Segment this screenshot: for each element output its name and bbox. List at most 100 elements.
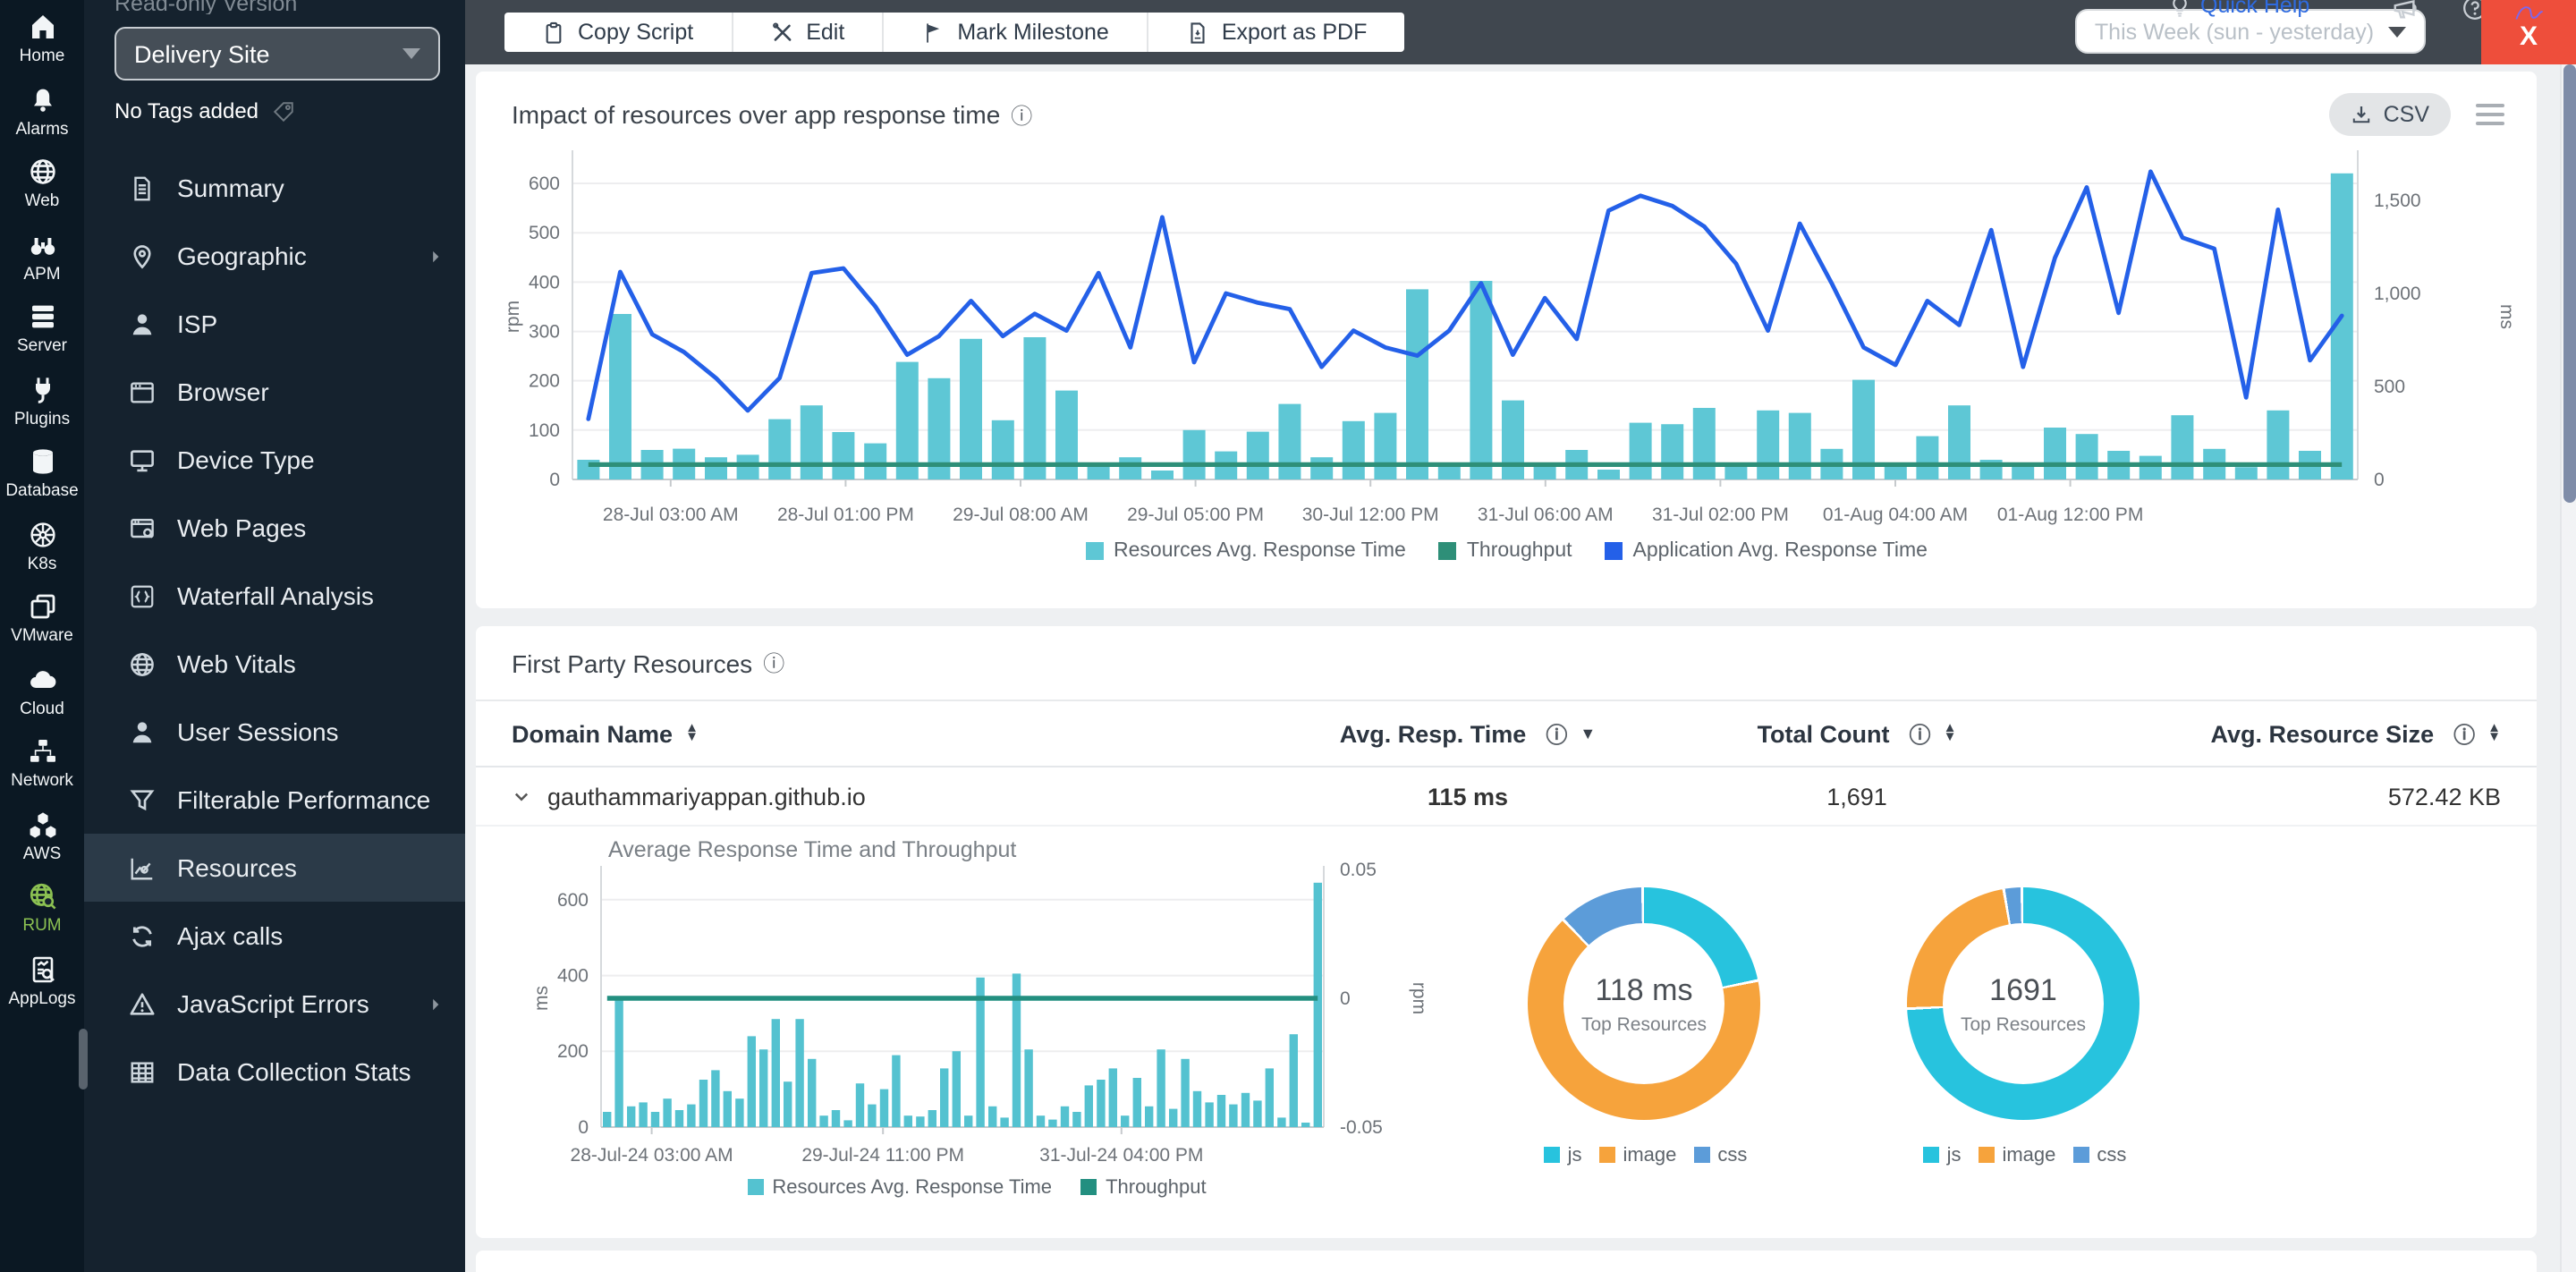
chevron-right-icon <box>428 248 444 264</box>
chevron-right-icon <box>428 996 444 1012</box>
network-icon <box>28 737 56 766</box>
info-icon[interactable]: ⓘ <box>1011 99 1032 130</box>
donut-legend-js[interactable]: js <box>1545 1145 1582 1166</box>
svg-text:ms: ms <box>2496 304 2512 329</box>
table-row[interactable]: gauthammariyappan.github.io 115 ms 1,691… <box>476 766 2537 827</box>
top-bar: Copy ScriptEditMark MilestoneExport as P… <box>465 0 2576 64</box>
sidebar-item-javascript-errors[interactable]: JavaScript Errors <box>84 970 465 1038</box>
sidebar-item-isp[interactable]: ISP <box>84 290 465 358</box>
donut-center-label: Top Resources <box>1961 1013 2086 1035</box>
tags-note[interactable]: No Tags added <box>114 98 465 123</box>
donut-legend-image[interactable]: image <box>1979 1145 2055 1166</box>
chevron-down-icon <box>2388 26 2406 37</box>
legend-item-resources-avg-response-time[interactable]: Resources Avg. Response Time <box>1085 540 1406 562</box>
svg-text:200: 200 <box>529 371 560 392</box>
donut-legend-image[interactable]: image <box>1599 1145 1676 1166</box>
rail-item-database[interactable]: Database <box>0 447 84 501</box>
svg-text:-0.05: -0.05 <box>1340 1117 1383 1138</box>
legend-item-application-avg-response-time[interactable]: Application Avg. Response Time <box>1605 540 1928 562</box>
impact-chart-legend: Resources Avg. Response Time Throughput Ap… <box>476 540 2537 562</box>
sidebar-item-summary[interactable]: Summary <box>84 154 465 222</box>
sidebar-item-ajax-calls[interactable]: Ajax calls <box>84 902 465 970</box>
page-scrollbar[interactable] <box>2560 64 2576 1272</box>
svg-text:500: 500 <box>529 223 560 243</box>
svg-text:29-Jul 08:00 AM: 29-Jul 08:00 AM <box>953 505 1089 525</box>
rail-item-plugins[interactable]: Plugins <box>0 375 84 428</box>
rail-item-k8s[interactable]: K8s <box>0 520 84 573</box>
refresh-icon <box>129 922 156 949</box>
legend-item-throughput[interactable]: Throughput <box>1438 540 1572 562</box>
page-scrollbar-thumb[interactable] <box>2563 64 2576 503</box>
vmware-icon <box>28 592 56 621</box>
sidebar-item-web-pages[interactable]: Web Pages <box>84 494 465 562</box>
binoculars-icon <box>28 230 56 259</box>
donut-legend-css[interactable]: css <box>1694 1145 1747 1166</box>
browser-icon <box>129 378 156 405</box>
close-button[interactable]: X <box>2481 0 2576 64</box>
sidebar-item-web-vitals[interactable]: Web Vitals <box>84 630 465 698</box>
rail-item-applogs[interactable]: AppLogs <box>0 954 84 1008</box>
svg-text:rpm: rpm <box>1409 982 1424 1014</box>
rail-item-alarms[interactable]: Alarms <box>0 85 84 139</box>
chart-icon <box>129 854 156 881</box>
svg-text:300: 300 <box>529 322 560 343</box>
doc-icon <box>129 174 156 201</box>
rail-item-vmware[interactable]: VMware <box>0 592 84 646</box>
sidebar-item-filterable-performance[interactable]: Filterable Performance <box>84 766 465 834</box>
rail-item-home[interactable]: Home <box>0 13 84 66</box>
rail-item-network[interactable]: Network <box>0 737 84 791</box>
toolbar-mark-milestone-button[interactable]: Mark Milestone <box>884 13 1148 52</box>
column-avg-resource-size[interactable]: Avg. Resource Sizeⓘ▲▼ <box>2045 718 2501 749</box>
svg-text:1,000: 1,000 <box>2374 284 2421 304</box>
aws-icon <box>28 810 56 838</box>
column-avg-resp-time[interactable]: Avg. Resp. Timeⓘ▼ <box>1267 718 1669 749</box>
toolbar-copy-script-button[interactable]: Copy Script <box>504 13 733 52</box>
svg-text:28-Jul 03:00 AM: 28-Jul 03:00 AM <box>603 505 739 525</box>
rail-item-web[interactable]: Web <box>0 157 84 211</box>
toolbar-export-as-pdf-button[interactable]: Export as PDF <box>1148 13 1405 52</box>
info-icon: ⓘ <box>1546 718 1567 749</box>
sort-icon: ▲▼ <box>1944 725 1957 742</box>
server-icon <box>28 302 56 331</box>
sidebar-item-device-type[interactable]: Device Type <box>84 426 465 494</box>
avg-resource-size-value: 572.42 KB <box>2045 783 2501 810</box>
readonly-version-label: Read-only Version <box>114 0 465 14</box>
first-party-title: First Party Resources <box>512 649 752 677</box>
rail-item-aws[interactable]: AWS <box>0 810 84 863</box>
sidebar-item-resources[interactable]: Resources <box>84 834 465 902</box>
rail-item-server[interactable]: Server <box>0 302 84 356</box>
sidebar-item-browser[interactable]: Browser <box>84 358 465 426</box>
toolbar-edit-button[interactable]: Edit <box>733 13 884 52</box>
rail-item-cloud[interactable]: Cloud <box>0 665 84 718</box>
info-icon[interactable]: ⓘ <box>763 648 784 678</box>
monitor-selector[interactable]: Delivery Site <box>114 27 440 81</box>
tableic-icon <box>129 1058 156 1085</box>
rum-icon <box>28 882 56 911</box>
sidebar-item-geographic[interactable]: Geographic <box>84 222 465 290</box>
impact-chart: 010020030040050060005001,0001,50028-Jul … <box>501 140 2512 542</box>
braces-icon <box>129 582 156 609</box>
donut-legend-js[interactable]: js <box>1924 1145 1962 1166</box>
sidebar-menu: SummaryGeographicISPBrowserDevice TypeWe… <box>84 154 465 1106</box>
donut-legend-css[interactable]: css <box>2073 1145 2126 1166</box>
quick-help-link[interactable]: Quick Help <box>2168 0 2309 18</box>
column-total-count[interactable]: Total Countⓘ▲▼ <box>1669 718 2045 749</box>
column-domain-name[interactable]: Domain Name▲▼ <box>512 720 1267 747</box>
cloud-icon <box>28 665 56 693</box>
csv-download-button[interactable]: CSV <box>2330 93 2451 136</box>
svg-text:0: 0 <box>549 470 560 490</box>
toolbar-button-group: Copy ScriptEditMark MilestoneExport as P… <box>504 13 1404 52</box>
legend-item-resources-avg-response-time[interactable]: Resources Avg. Response Time <box>747 1177 1052 1199</box>
announcements-icon[interactable] <box>2392 0 2419 21</box>
sidebar-item-data-collection-stats[interactable]: Data Collection Stats <box>84 1038 465 1106</box>
sidebar-item-user-sessions[interactable]: User Sessions <box>84 698 465 766</box>
legend-item-throughput[interactable]: Throughput <box>1080 1177 1207 1199</box>
svg-text:600: 600 <box>529 174 560 194</box>
rail-item-rum[interactable]: RUM <box>0 882 84 936</box>
chevron-down-icon <box>512 786 531 806</box>
chart-menu-icon[interactable] <box>2476 104 2504 125</box>
rail-scrollbar-thumb[interactable] <box>79 1029 88 1090</box>
sidebar-item-waterfall-analysis[interactable]: Waterfall Analysis <box>84 562 465 630</box>
k8s-icon <box>28 520 56 548</box>
rail-item-apm[interactable]: APM <box>0 230 84 284</box>
